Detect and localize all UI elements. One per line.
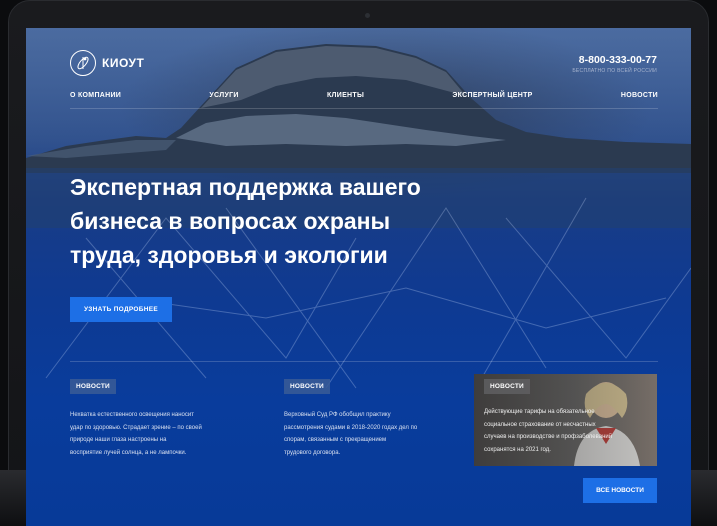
phone-note: БЕСПЛАТНО ПО ВСЕЙ РОССИИ <box>572 68 657 74</box>
website-screen: КИОУТ 8-800-333-00-77 БЕСПЛАТНО ПО ВСЕЙ … <box>26 28 691 526</box>
phone-number[interactable]: 8-800-333-00-77 <box>572 54 657 66</box>
hero-title: Экспертная поддержка вашего бизнеса в во… <box>70 174 421 268</box>
nav-item-news[interactable]: НОВОСТИ <box>621 92 658 99</box>
logo-text: КИОУТ <box>102 56 145 70</box>
atom-logo-icon <box>70 50 96 76</box>
main-nav: О КОМПАНИИ УСЛУГИ КЛИЕНТЫ ЭКСПЕРТНЫЙ ЦЕН… <box>70 92 658 99</box>
news-text: Нехватка естественного освещения наносит… <box>70 412 202 456</box>
nav-divider <box>70 108 658 109</box>
nav-item-about[interactable]: О КОМПАНИИ <box>70 92 121 99</box>
camera-dot <box>365 13 370 18</box>
all-news-button[interactable]: ВСЕ НОВОСТИ <box>583 478 657 503</box>
nav-item-services[interactable]: УСЛУГИ <box>209 92 238 99</box>
nav-item-expert-center[interactable]: ЭКСПЕРТНЫЙ ЦЕНТР <box>452 92 532 99</box>
news-photo-content: НОВОСТИ Действующие тарифы на обязательн… <box>484 374 649 456</box>
learn-more-button[interactable]: УЗНАТЬ ПОДРОБНЕЕ <box>70 297 172 322</box>
news-badge: НОВОСТИ <box>70 379 116 394</box>
news-divider <box>70 361 658 362</box>
news-badge: НОВОСТИ <box>284 379 330 394</box>
news-item-featured[interactable]: НОВОСТИ Действующие тарифы на обязательн… <box>474 374 657 466</box>
news-text: Верховный Суд РФ обобщил практику рассмо… <box>284 412 418 456</box>
news-text: Действующие тарифы на обязательное социа… <box>484 409 613 453</box>
news-item[interactable]: НОВОСТИ Нехватка естественного освещения… <box>70 375 245 459</box>
news-badge: НОВОСТИ <box>484 379 530 394</box>
site-header: КИОУТ 8-800-333-00-77 БЕСПЛАТНО ПО ВСЕЙ … <box>26 28 691 109</box>
logo[interactable]: КИОУТ <box>70 50 144 76</box>
nav-item-clients[interactable]: КЛИЕНТЫ <box>327 92 364 99</box>
contact-block: 8-800-333-00-77 БЕСПЛАТНО ПО ВСЕЙ РОССИИ <box>572 54 657 74</box>
news-item[interactable]: НОВОСТИ Верховный Суд РФ обобщил практик… <box>284 375 459 459</box>
